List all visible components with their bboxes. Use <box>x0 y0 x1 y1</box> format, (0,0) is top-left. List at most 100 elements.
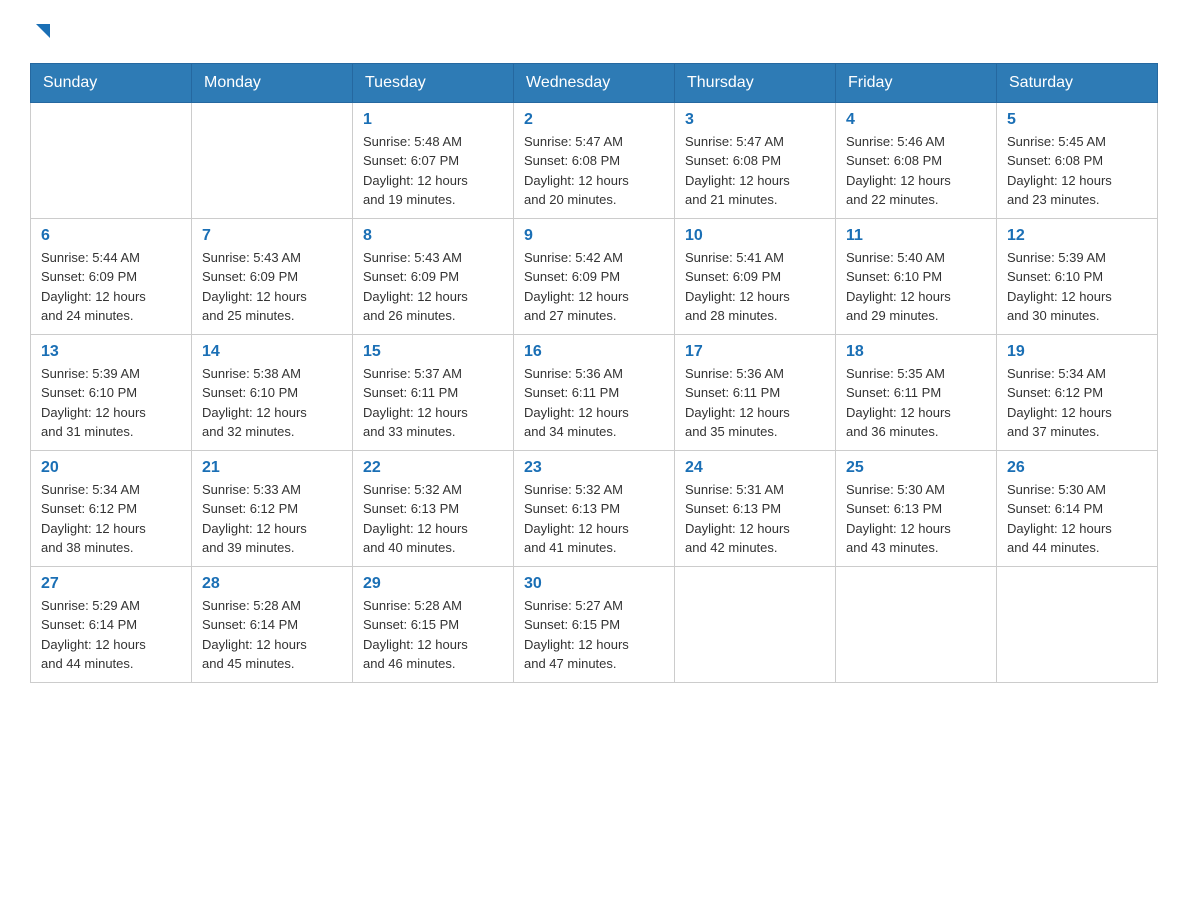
calendar-cell: 8 Sunrise: 5:43 AM Sunset: 6:09 PM Daylig… <box>353 218 514 334</box>
calendar-cell: 29Sunrise: 5:28 AM Sunset: 6:15 PM Dayli… <box>353 566 514 682</box>
day-number: 28 <box>202 575 342 593</box>
day-number: 7 <box>202 227 342 245</box>
calendar-cell <box>31 102 192 218</box>
day-number: 13 <box>41 343 181 361</box>
calendar-cell: 24 Sunrise: 5:31 AM Sunset: 6:13 PM Dayli… <box>675 450 836 566</box>
day-number: 22 <box>363 459 503 477</box>
calendar-cell: 25 Sunrise: 5:30 AM Sunset: 6:13 PM Dayli… <box>836 450 997 566</box>
calendar-cell: 28 Sunrise: 5:28 AM Sunset: 6:14 PM Dayli… <box>192 566 353 682</box>
day-info: Sunrise: 5:44 AM Sunset: 6:09 PM Dayligh… <box>41 248 181 326</box>
day-number: 2 <box>524 111 664 129</box>
weekday-header-thursday: Thursday <box>675 63 836 102</box>
calendar-cell: 6 Sunrise: 5:44 AM Sunset: 6:09 PM Daylig… <box>31 218 192 334</box>
day-number: 10 <box>685 227 825 245</box>
weekday-header-saturday: Saturday <box>997 63 1158 102</box>
calendar-cell: 4 Sunrise: 5:46 AM Sunset: 6:08 PM Daylig… <box>836 102 997 218</box>
calendar-week-3: 13 Sunrise: 5:39 AM Sunset: 6:10 PM Dayli… <box>31 334 1158 450</box>
calendar-cell: 9 Sunrise: 5:42 AM Sunset: 6:09 PM Daylig… <box>514 218 675 334</box>
day-info: Sunrise: 5:36 AM Sunset: 6:11 PM Dayligh… <box>524 364 664 442</box>
logo <box>30 20 54 43</box>
calendar-cell: 12 Sunrise: 5:39 AM Sunset: 6:10 PM Dayli… <box>997 218 1158 334</box>
calendar-cell: 19Sunrise: 5:34 AM Sunset: 6:12 PM Dayli… <box>997 334 1158 450</box>
logo-triangle-icon <box>32 20 54 42</box>
calendar-cell <box>192 102 353 218</box>
calendar-week-5: 27 Sunrise: 5:29 AM Sunset: 6:14 PM Dayli… <box>31 566 1158 682</box>
day-info: Sunrise: 5:29 AM Sunset: 6:14 PM Dayligh… <box>41 596 181 674</box>
weekday-header-sunday: Sunday <box>31 63 192 102</box>
page-header <box>30 20 1158 43</box>
calendar-cell: 1 Sunrise: 5:48 AM Sunset: 6:07 PM Daylig… <box>353 102 514 218</box>
day-number: 25 <box>846 459 986 477</box>
day-number: 20 <box>41 459 181 477</box>
day-number: 4 <box>846 111 986 129</box>
day-number: 1 <box>363 111 503 129</box>
calendar-cell <box>675 566 836 682</box>
calendar-cell: 18 Sunrise: 5:35 AM Sunset: 6:11 PM Dayli… <box>836 334 997 450</box>
calendar-cell: 2Sunrise: 5:47 AM Sunset: 6:08 PM Daylig… <box>514 102 675 218</box>
weekday-header-row: SundayMondayTuesdayWednesdayThursdayFrid… <box>31 63 1158 102</box>
calendar-week-4: 20Sunrise: 5:34 AM Sunset: 6:12 PM Dayli… <box>31 450 1158 566</box>
calendar-cell: 7Sunrise: 5:43 AM Sunset: 6:09 PM Daylig… <box>192 218 353 334</box>
day-number: 6 <box>41 227 181 245</box>
calendar-cell: 27 Sunrise: 5:29 AM Sunset: 6:14 PM Dayli… <box>31 566 192 682</box>
day-info: Sunrise: 5:35 AM Sunset: 6:11 PM Dayligh… <box>846 364 986 442</box>
calendar-week-1: 1 Sunrise: 5:48 AM Sunset: 6:07 PM Daylig… <box>31 102 1158 218</box>
day-info: Sunrise: 5:46 AM Sunset: 6:08 PM Dayligh… <box>846 132 986 210</box>
day-info: Sunrise: 5:43 AM Sunset: 6:09 PM Dayligh… <box>363 248 503 326</box>
day-number: 9 <box>524 227 664 245</box>
calendar-cell: 22 Sunrise: 5:32 AM Sunset: 6:13 PM Dayli… <box>353 450 514 566</box>
day-number: 12 <box>1007 227 1147 245</box>
day-number: 14 <box>202 343 342 361</box>
day-number: 21 <box>202 459 342 477</box>
calendar-week-2: 6 Sunrise: 5:44 AM Sunset: 6:09 PM Daylig… <box>31 218 1158 334</box>
day-number: 15 <box>363 343 503 361</box>
day-number: 8 <box>363 227 503 245</box>
day-info: Sunrise: 5:39 AM Sunset: 6:10 PM Dayligh… <box>41 364 181 442</box>
day-number: 5 <box>1007 111 1147 129</box>
day-info: Sunrise: 5:34 AM Sunset: 6:12 PM Dayligh… <box>1007 364 1147 442</box>
calendar-cell: 30 Sunrise: 5:27 AM Sunset: 6:15 PM Dayli… <box>514 566 675 682</box>
calendar-cell: 11Sunrise: 5:40 AM Sunset: 6:10 PM Dayli… <box>836 218 997 334</box>
day-info: Sunrise: 5:39 AM Sunset: 6:10 PM Dayligh… <box>1007 248 1147 326</box>
day-number: 26 <box>1007 459 1147 477</box>
day-number: 17 <box>685 343 825 361</box>
day-info: Sunrise: 5:28 AM Sunset: 6:14 PM Dayligh… <box>202 596 342 674</box>
day-number: 30 <box>524 575 664 593</box>
calendar-table: SundayMondayTuesdayWednesdayThursdayFrid… <box>30 63 1158 683</box>
day-number: 16 <box>524 343 664 361</box>
day-number: 3 <box>685 111 825 129</box>
day-info: Sunrise: 5:38 AM Sunset: 6:10 PM Dayligh… <box>202 364 342 442</box>
weekday-header-monday: Monday <box>192 63 353 102</box>
day-info: Sunrise: 5:41 AM Sunset: 6:09 PM Dayligh… <box>685 248 825 326</box>
calendar-cell <box>836 566 997 682</box>
day-info: Sunrise: 5:28 AM Sunset: 6:15 PM Dayligh… <box>363 596 503 674</box>
day-number: 27 <box>41 575 181 593</box>
calendar-cell: 26 Sunrise: 5:30 AM Sunset: 6:14 PM Dayli… <box>997 450 1158 566</box>
day-info: Sunrise: 5:31 AM Sunset: 6:13 PM Dayligh… <box>685 480 825 558</box>
day-info: Sunrise: 5:48 AM Sunset: 6:07 PM Dayligh… <box>363 132 503 210</box>
day-number: 24 <box>685 459 825 477</box>
day-number: 23 <box>524 459 664 477</box>
weekday-header-friday: Friday <box>836 63 997 102</box>
calendar-cell <box>997 566 1158 682</box>
day-info: Sunrise: 5:42 AM Sunset: 6:09 PM Dayligh… <box>524 248 664 326</box>
day-number: 18 <box>846 343 986 361</box>
day-info: Sunrise: 5:30 AM Sunset: 6:14 PM Dayligh… <box>1007 480 1147 558</box>
day-info: Sunrise: 5:45 AM Sunset: 6:08 PM Dayligh… <box>1007 132 1147 210</box>
calendar-cell: 15 Sunrise: 5:37 AM Sunset: 6:11 PM Dayli… <box>353 334 514 450</box>
calendar-cell: 20Sunrise: 5:34 AM Sunset: 6:12 PM Dayli… <box>31 450 192 566</box>
day-info: Sunrise: 5:33 AM Sunset: 6:12 PM Dayligh… <box>202 480 342 558</box>
calendar-cell: 21 Sunrise: 5:33 AM Sunset: 6:12 PM Dayli… <box>192 450 353 566</box>
day-info: Sunrise: 5:32 AM Sunset: 6:13 PM Dayligh… <box>363 480 503 558</box>
day-number: 11 <box>846 227 986 245</box>
weekday-header-wednesday: Wednesday <box>514 63 675 102</box>
calendar-cell: 10 Sunrise: 5:41 AM Sunset: 6:09 PM Dayli… <box>675 218 836 334</box>
day-info: Sunrise: 5:27 AM Sunset: 6:15 PM Dayligh… <box>524 596 664 674</box>
day-info: Sunrise: 5:37 AM Sunset: 6:11 PM Dayligh… <box>363 364 503 442</box>
day-info: Sunrise: 5:36 AM Sunset: 6:11 PM Dayligh… <box>685 364 825 442</box>
day-info: Sunrise: 5:30 AM Sunset: 6:13 PM Dayligh… <box>846 480 986 558</box>
day-info: Sunrise: 5:47 AM Sunset: 6:08 PM Dayligh… <box>685 132 825 210</box>
calendar-cell: 5 Sunrise: 5:45 AM Sunset: 6:08 PM Daylig… <box>997 102 1158 218</box>
calendar-cell: 16 Sunrise: 5:36 AM Sunset: 6:11 PM Dayli… <box>514 334 675 450</box>
calendar-cell: 14 Sunrise: 5:38 AM Sunset: 6:10 PM Dayli… <box>192 334 353 450</box>
